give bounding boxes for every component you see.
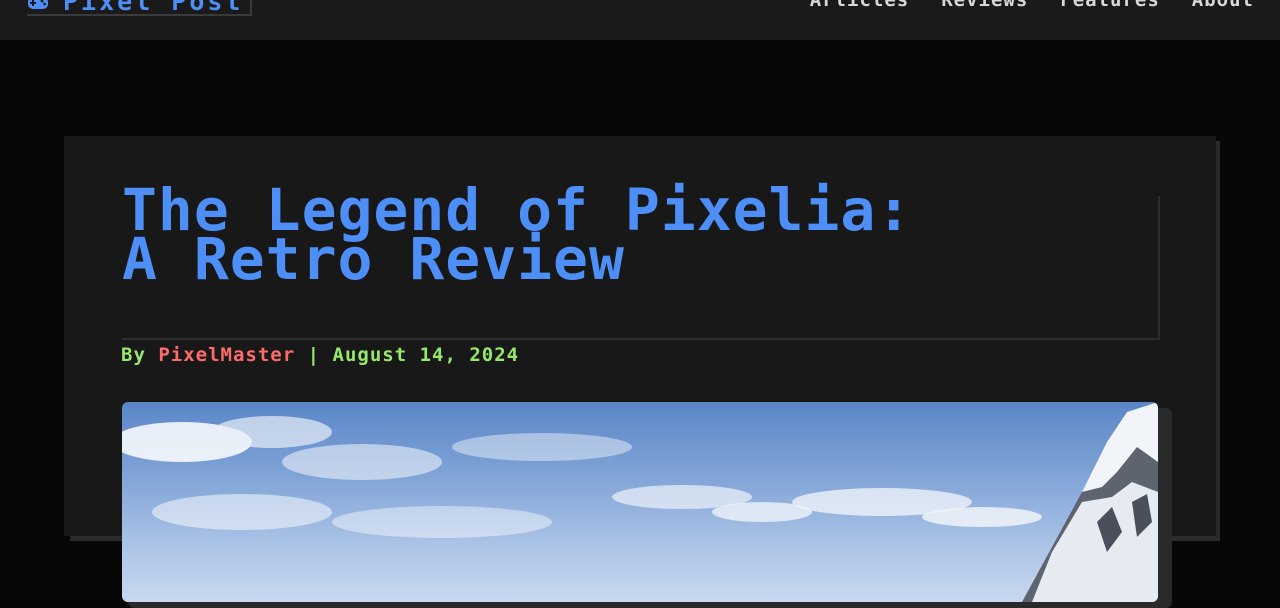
nav-link-reviews[interactable]: Reviews [941,0,1028,12]
author-link[interactable]: PixelMaster [158,344,295,366]
byline-separator: | [295,344,333,366]
snowy-mountain-illustration [122,402,1158,602]
nav-link-about[interactable]: About [1192,0,1254,12]
publish-date: August 14, 2024 [332,344,520,366]
article-card: The Legend of Pixelia: A Retro Review By… [64,136,1216,608]
site-brand[interactable]: Pixel Post [27,0,252,16]
nav-link-articles[interactable]: Articles [810,0,910,12]
hero-image [122,402,1158,602]
nav-link-features[interactable]: Features [1060,0,1160,12]
main-nav: Articles Reviews Features About [810,0,1254,12]
article-byline: By PixelMaster | August 14, 2024 [121,344,519,366]
top-navigation-bar: Pixel Post Articles Reviews Features Abo… [0,0,1280,40]
article-title: The Legend of Pixelia: A Retro Review [122,176,913,293]
site-name: Pixel Post [63,0,244,16]
gamepad-icon [27,0,49,13]
byline-prefix: By [121,344,159,366]
article-title-box: The Legend of Pixelia: A Retro Review [122,181,1160,340]
